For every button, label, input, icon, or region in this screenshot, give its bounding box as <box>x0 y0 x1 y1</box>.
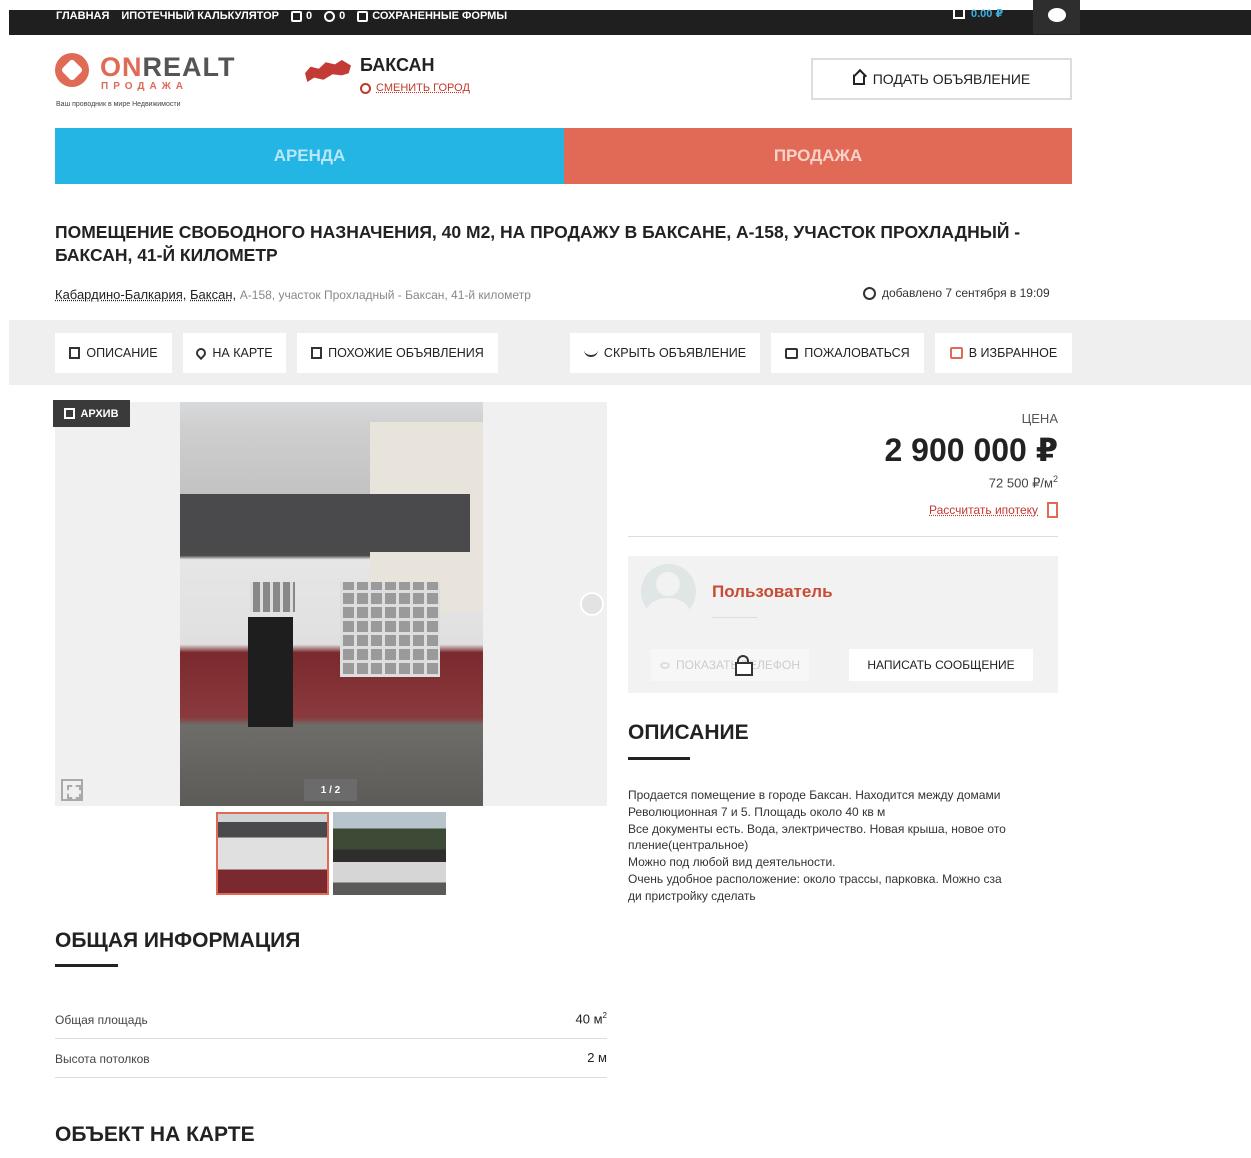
seller-name[interactable]: Пользователь <box>712 582 833 602</box>
general-info-heading: ОБЩАЯ ИНФОРМАЦИЯ <box>55 929 301 952</box>
description-text: Продается помещение в городе Баксан. Нах… <box>628 788 1006 903</box>
tab-sale[interactable]: ПРОДАЖА <box>564 128 1072 184</box>
fullscreen-icon[interactable] <box>61 779 83 801</box>
balance-value: 0.00 ₽ <box>971 8 1004 20</box>
next-photo-icon[interactable] <box>580 592 604 616</box>
similar-listings-button[interactable]: ПОХОЖИЕ ОБЪЯВЛЕНИЯ <box>297 333 498 373</box>
change-city-link[interactable]: СМЕНИТЬ ГОРОД <box>360 82 470 94</box>
seller-avatar <box>641 564 696 619</box>
favorite-button[interactable]: В ИЗБРАННОЕ <box>935 333 1072 373</box>
compare-count: 0 <box>306 10 313 22</box>
nav-mortgage-calculator-link[interactable]: ИПОТЕЧНЫЙ КАЛЬКУЛЯТОР <box>121 10 279 22</box>
photo-counter: 1 / 2 <box>304 779 357 801</box>
top-bar: ГЛАВНАЯ ИПОТЕЧНЫЙ КАЛЬКУЛЯТОР 0 0 СОХРАН… <box>9 0 1251 35</box>
chat-link[interactable]: 0 <box>324 10 345 22</box>
similar-icon <box>311 347 323 359</box>
listing-address: Кабардино-Балкария, Баксан, А-158, участ… <box>55 287 531 302</box>
russia-map-icon <box>305 60 351 82</box>
post-ad-button[interactable]: ПОДАТЬ ОБЪЯВЛЕНИЕ <box>811 58 1072 100</box>
info-key: Общая площадь <box>55 1013 148 1027</box>
logo-mark-icon <box>55 53 89 87</box>
eye-icon <box>659 661 670 669</box>
report-icon <box>785 347 799 359</box>
chat-count: 0 <box>339 10 346 22</box>
balance-link[interactable]: 0.00 ₽ <box>953 7 1003 20</box>
archive-icon <box>64 408 76 419</box>
user-menu-button[interactable] <box>1033 0 1080 34</box>
document-icon <box>69 347 81 359</box>
logo-name: ONREALT <box>100 52 236 82</box>
map-pin-icon <box>194 345 209 361</box>
compare-icon <box>291 10 302 22</box>
logo-subtitle: ПРОДАЖА <box>101 81 188 92</box>
info-row-ceiling: Высота потолков 2 м <box>55 1039 607 1078</box>
description-heading: ОПИСАНИЕ <box>628 721 749 744</box>
city-name: БАКСАН <box>360 55 435 75</box>
listing-title: ПОМЕЩЕНИЕ СВОБОДНОГО НАЗНАЧЕНИЯ, 40 М2, … <box>55 222 1021 265</box>
description-button[interactable]: ОПИСАНИЕ <box>55 333 172 373</box>
thumbs-up-icon <box>949 347 963 359</box>
wallet-icon <box>953 8 965 19</box>
listing-photo[interactable] <box>180 402 483 806</box>
lock-icon <box>735 655 753 676</box>
info-value: 2 м <box>587 1050 607 1065</box>
price-per-sqm: 72 500 ₽/м2 <box>988 474 1058 491</box>
saved-forms-link[interactable]: СОХРАНЕННЫЕ ФОРМЫ <box>357 10 507 22</box>
on-map-button[interactable]: НА КАРТЕ <box>183 333 286 373</box>
logo-tagline: Ваш проводник в мире Недвижимости <box>56 101 181 108</box>
report-button[interactable]: ПОЖАЛОВАТЬСЯ <box>771 333 924 373</box>
divider <box>628 536 1058 537</box>
tab-rent[interactable]: АРЕНДА <box>55 128 564 184</box>
clock-icon <box>863 286 876 300</box>
site-logo[interactable]: ONREALT ПРОДАЖА Ваш проводник в мире Нед… <box>55 52 255 113</box>
region-link[interactable]: Кабардино-Балкария <box>55 287 183 302</box>
photo-thumbnail[interactable] <box>216 812 329 895</box>
saved-forms-icon <box>357 10 369 22</box>
archive-badge: АРХИВ <box>53 400 130 427</box>
globe-icon <box>360 82 371 94</box>
compare-link[interactable]: 0 <box>291 10 312 22</box>
hide-eye-icon <box>583 349 598 357</box>
photo-thumbnail[interactable] <box>333 812 446 895</box>
info-row-area: Общая площадь 40 м2 <box>55 1000 607 1039</box>
price-label: ЦЕНА <box>1021 411 1058 426</box>
calculator-icon <box>1047 502 1058 518</box>
write-message-button[interactable]: НАПИСАТЬ СООБЩЕНИЕ <box>849 649 1033 681</box>
hide-listing-button[interactable]: СКРЫТЬ ОБЪЯВЛЕНИЕ <box>570 333 760 373</box>
date-added: добавлено 7 сентября в 19:09 <box>863 286 1050 300</box>
chat-icon <box>324 10 336 22</box>
seller-card: Пользователь ПОКАЗАТЬ ТЕЛЕФОН НАПИСАТЬ С… <box>628 556 1058 693</box>
photo-gallery[interactable] <box>55 402 607 806</box>
info-key: Высота потолков <box>55 1052 150 1066</box>
top-nav: ГЛАВНАЯ ИПОТЕЧНЫЙ КАЛЬКУЛЯТОР 0 0 СОХРАН… <box>56 7 507 25</box>
street-address: А-158, участок Прохладный - Баксан, 41-й… <box>239 288 531 302</box>
map-section-heading: ОБЪЕКТ НА КАРТЕ <box>55 1123 255 1146</box>
nav-home-link[interactable]: ГЛАВНАЯ <box>56 10 109 22</box>
show-phone-button[interactable]: ПОКАЗАТЬ ТЕЛЕФОН <box>651 649 809 681</box>
mortgage-calculator-link[interactable]: Рассчитать ипотеку <box>860 502 1058 518</box>
city-link[interactable]: Баксан <box>190 287 233 302</box>
user-avatar-icon <box>1044 4 1070 26</box>
price-value: 2 900 000 ₽ <box>884 432 1058 468</box>
home-icon <box>852 73 865 85</box>
info-value: 40 м2 <box>575 1011 607 1027</box>
